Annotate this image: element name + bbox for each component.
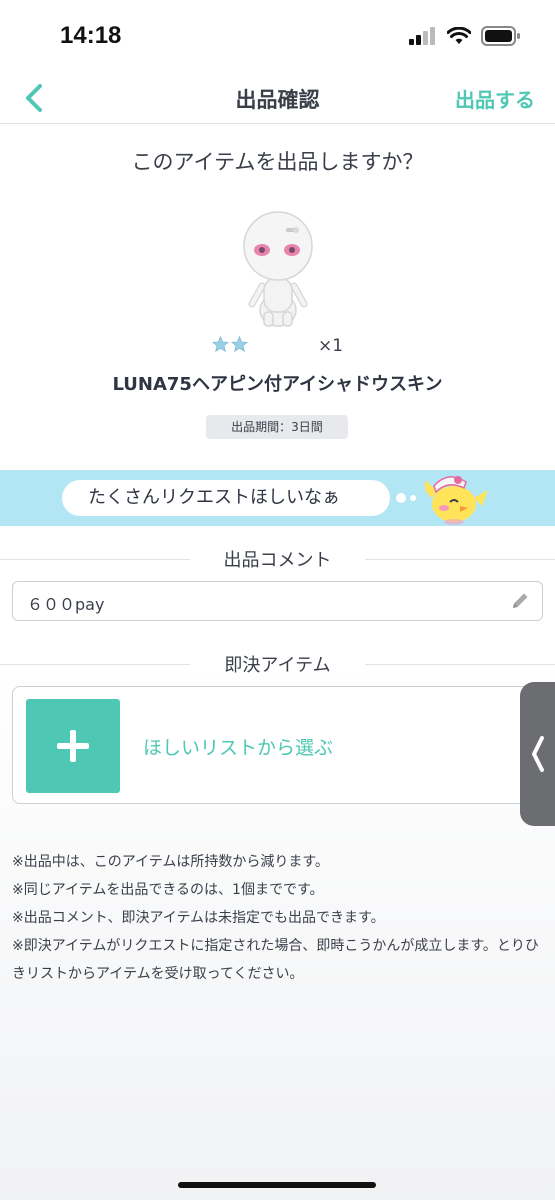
note-item: ※出品コメント、即決アイテムは未指定でも出品できます。	[12, 910, 385, 926]
comment-field[interactable]: ６００pay	[12, 581, 543, 621]
home-indicator	[178, 1182, 376, 1188]
comment-section-heading: 出品コメント	[0, 546, 555, 572]
speech-bubble: たくさんリクエストほしいなぁ	[62, 480, 390, 516]
pencil-icon[interactable]	[510, 591, 530, 611]
status-icons	[409, 26, 521, 46]
divider	[365, 664, 555, 665]
listing-period-badge: 出品期間：3日間	[206, 415, 348, 439]
confirm-question: このアイテムを出品しますか？	[131, 150, 424, 174]
plus-icon	[70, 730, 76, 762]
submit-listing-button[interactable]: 出品する	[455, 84, 535, 113]
note-item: ※即決アイテムがリクエストに指定された場合、即時こうかんが成立します。とりひきリ…	[12, 938, 539, 982]
chevron-left-icon	[532, 736, 544, 772]
signal-icon	[409, 27, 435, 45]
bird-mascot-icon	[424, 476, 488, 525]
request-banner: たくさんリクエストほしいなぁ	[0, 470, 555, 526]
notes-list: ※出品中は、このアイテムは所持数から減ります。 ※同じアイテムを出品できるのは、…	[12, 848, 547, 988]
note-item: ※出品中は、このアイテムは所持数から減ります。	[12, 854, 329, 870]
star-icon	[212, 336, 229, 352]
item-name: LUNA75ヘアピン付アイシャドウスキン	[112, 374, 443, 395]
comment-value: ６００pay	[27, 595, 105, 614]
item-quantity: ×1	[318, 336, 344, 356]
star-icon	[231, 336, 248, 352]
instant-section-heading: 即決アイテム	[0, 651, 555, 677]
status-bar: 14:18	[0, 0, 555, 76]
bubble-dot	[396, 493, 406, 503]
choose-from-wishlist-link[interactable]: ほしいリストから選ぶ	[143, 733, 333, 760]
wifi-icon	[447, 27, 471, 44]
bubble-dot	[410, 495, 416, 501]
note-item: ※同じアイテムを出品できるのは、1個までです。	[12, 882, 324, 898]
nav-bar: 出品確認 出品する	[0, 76, 555, 124]
status-time: 14:18	[60, 22, 122, 49]
item-avatar-image	[243, 211, 313, 327]
instant-item-box: ほしいリストから選ぶ	[12, 686, 555, 804]
add-instant-item-button[interactable]	[26, 699, 120, 793]
rarity-stars	[212, 336, 248, 352]
divider	[365, 559, 555, 560]
battery-icon	[481, 26, 520, 46]
side-drawer-handle[interactable]	[520, 682, 555, 826]
